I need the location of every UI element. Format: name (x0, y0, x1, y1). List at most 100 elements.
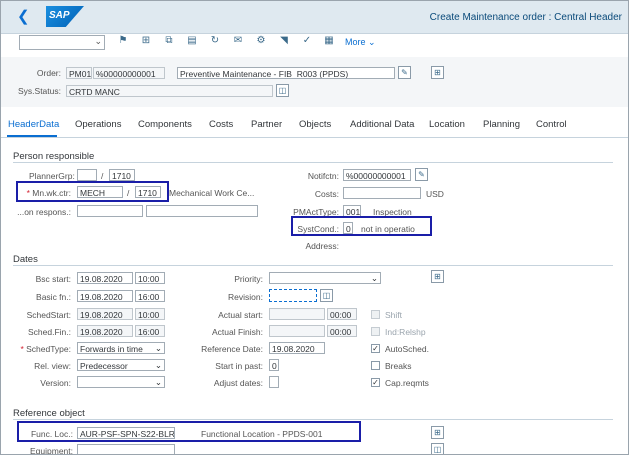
section-divider (13, 162, 613, 163)
value-help-icon[interactable]: ◫ (320, 289, 333, 302)
tab-operations[interactable]: Operations (75, 119, 121, 130)
notifctn-label: Notifctn: (307, 171, 339, 181)
structure-icon[interactable]: ⊞ (431, 426, 444, 439)
chevron-down-icon: ⌄ (370, 273, 378, 283)
reference-date-label: Reference Date: (201, 344, 263, 354)
shell-bar: ❮ SAP Create Maintenance order : Central… (1, 1, 628, 34)
capreqmts-label: Cap.reqmts (385, 378, 429, 388)
relview-select[interactable]: Predecessor ⌄ (77, 359, 165, 371)
schedtype-select[interactable]: Forwards in time ⌄ (77, 342, 165, 354)
reference-date-field[interactable]: 19.08.2020 (269, 342, 325, 354)
shift-label: Shift (385, 310, 403, 320)
actual-start-time-field: 00:00 (327, 308, 357, 320)
status-detail-icon[interactable]: ◫ (276, 84, 289, 97)
separator-slash: / (101, 171, 104, 181)
notifctn-field[interactable]: %00000000001 (343, 169, 411, 181)
sysstatus-label: Sys.Status: (18, 86, 61, 96)
tab-headerdata[interactable]: HeaderData (8, 119, 59, 130)
actual-finish-time-field: 00:00 (327, 325, 357, 337)
more-menu[interactable]: More ⌄ (345, 37, 376, 48)
schedfin-label: Sched.Fin.: (28, 327, 71, 337)
actual-start-date-field (269, 308, 325, 320)
mail-icon[interactable]: ✉ (232, 35, 244, 47)
schedstart-label: SchedStart: (26, 310, 71, 320)
calendar-icon[interactable]: ▦ (323, 35, 335, 47)
order-description-field[interactable]: Preventive Maintenance - FIB_R003 (PPDS) (177, 67, 395, 79)
back-icon[interactable]: ❮ (17, 9, 30, 24)
attachment-icon[interactable]: ◥ (278, 35, 290, 47)
start-in-past-label: Start in past: (215, 361, 263, 371)
tab-planning[interactable]: Planning (483, 119, 520, 130)
schedstart-date-field: 19.08.2020 (77, 308, 133, 320)
tab-objects[interactable]: Objects (299, 119, 331, 130)
tab-additional-data[interactable]: Additional Data (350, 119, 414, 130)
tab-partner[interactable]: Partner (251, 119, 282, 130)
page-title: Create Maintenance order : Central Heade… (429, 12, 622, 23)
indrelshp-checkbox (371, 327, 380, 336)
priority-select[interactable]: ⌄ (269, 272, 381, 284)
section-title-person: Person responsible (13, 151, 95, 162)
sysstatus-field: CRTD MANC (66, 85, 273, 97)
autosched-checkbox[interactable]: ✓ (371, 344, 380, 353)
add-document-icon[interactable]: ⊞ (140, 35, 152, 47)
basic-fin-time-field[interactable]: 16:00 (135, 290, 165, 302)
on-respons-field[interactable] (77, 205, 143, 217)
version-label: Version: (40, 378, 71, 388)
bsc-start-time-field[interactable]: 10:00 (135, 272, 165, 284)
highlight-box-mnwkctr (16, 181, 169, 202)
long-text-icon[interactable]: ⊞ (431, 270, 444, 283)
tab-location[interactable]: Location (429, 119, 465, 130)
version-select[interactable]: ⌄ (77, 376, 165, 388)
breaks-checkbox[interactable] (371, 361, 380, 370)
section-title-reference: Reference object (13, 408, 85, 419)
chevron-down-icon: ⌄ (154, 360, 162, 370)
basic-fin-date-field[interactable]: 19.08.2020 (77, 290, 133, 302)
tab-control[interactable]: Control (536, 119, 567, 130)
edit-text-icon[interactable]: ✎ (398, 66, 411, 79)
chevron-down-icon: ⌄ (154, 377, 162, 387)
flag-icon[interactable]: ⚑ (117, 35, 129, 47)
plannergrp-label: PlannerGrp: (29, 171, 75, 181)
actual-start-label: Actual start: (218, 310, 263, 320)
section-title-dates: Dates (13, 254, 38, 265)
costs-field[interactable] (343, 187, 421, 199)
long-text-icon[interactable]: ⊞ (431, 66, 444, 79)
chevron-down-icon: ⌄ (368, 37, 376, 47)
costs-currency: USD (426, 189, 444, 199)
equipment-label: Equipment: (30, 446, 73, 455)
costs-label: Costs: (314, 189, 339, 199)
on-respons-desc-field[interactable] (146, 205, 258, 217)
hierarchy-icon[interactable]: ◫ (431, 443, 444, 454)
bsc-start-date-field[interactable]: 19.08.2020 (77, 272, 133, 284)
tab-costs[interactable]: Costs (209, 119, 233, 130)
tab-components[interactable]: Components (138, 119, 192, 130)
equipment-field[interactable] (77, 444, 175, 454)
autosched-label: AutoSched. (385, 344, 429, 354)
adjust-dates-label: Adjust dates: (213, 378, 263, 388)
revision-field[interactable] (269, 289, 317, 302)
plannergrp-plant-field[interactable]: 1710 (109, 169, 135, 181)
check-icon[interactable]: ✓ (301, 35, 313, 47)
order-number-field: %00000000001 (93, 67, 165, 79)
list-icon[interactable]: ▤ (186, 35, 198, 47)
order-type-field: PM01 (66, 67, 92, 79)
edit-icon[interactable]: ✎ (415, 168, 428, 181)
tab-strip: HeaderData Operations Components Costs P… (1, 113, 628, 138)
copy-icon[interactable]: ⧉ (163, 35, 175, 47)
mnwkctr-description: Mechanical Work Ce... (169, 188, 255, 198)
start-in-past-field[interactable]: 0 (269, 359, 279, 371)
capreqmts-checkbox[interactable]: ✓ (371, 378, 380, 387)
plannergrp-field[interactable] (77, 169, 97, 181)
actual-finish-date-field (269, 325, 325, 337)
priority-label: Priority: (234, 274, 263, 284)
order-label: Order: (36, 68, 61, 78)
adjust-dates-field[interactable] (269, 376, 279, 388)
logo-text: SAP (49, 10, 70, 21)
settings-icon[interactable]: ⚙ (255, 35, 267, 47)
section-divider (13, 419, 613, 420)
highlight-box-funcloc (17, 421, 361, 442)
schedtype-label: * SchedType: (20, 344, 71, 354)
refresh-icon[interactable]: ↻ (209, 35, 221, 47)
revision-label: Revision: (228, 292, 263, 302)
command-select[interactable]: ⌄ (19, 35, 105, 50)
